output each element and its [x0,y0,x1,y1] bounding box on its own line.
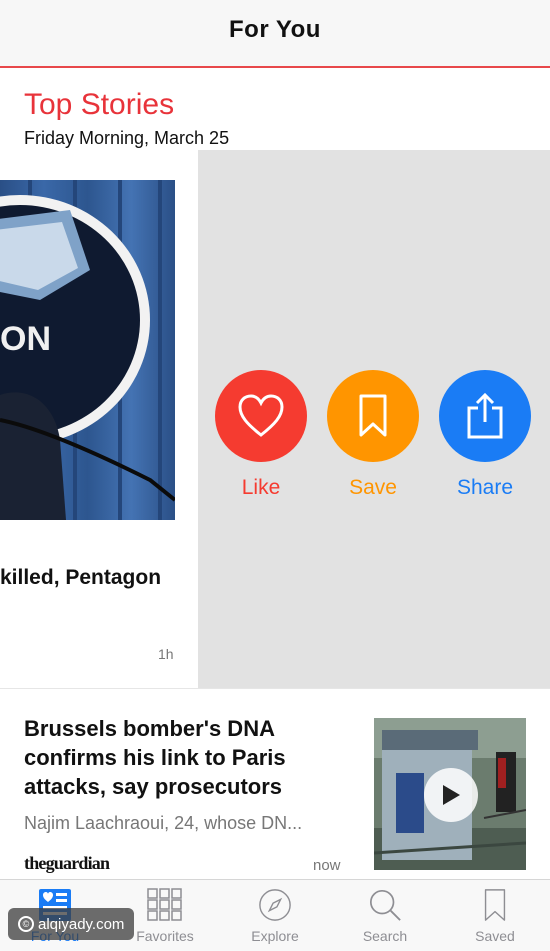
share-label: Share [456,476,514,499]
search-icon [369,889,401,921]
top-story-headline[interactable]: killed, Pentagon [0,566,161,590]
article-time: now [313,857,341,874]
tab-label: Explore [251,928,299,944]
play-icon [443,785,460,805]
top-story-card[interactable]: ON killed, Pentagon 1h [0,150,198,688]
watermark-text: alqiyady.com [38,915,125,933]
nav-title: For You [229,16,321,43]
watermark: © alqiyady.com [8,908,135,940]
article-summary: Najim Laachraoui, 24, whose DN... [24,813,303,833]
tab-label: Saved [475,928,515,944]
favorites-grid-icon [147,888,182,921]
share-button[interactable]: Share [438,370,532,500]
share-circle[interactable] [439,370,531,462]
article-title[interactable]: Brussels bomber's DNA confirms his link … [24,714,354,801]
like-circle[interactable] [215,370,307,462]
article-source-logo: theguardian [24,853,110,873]
tab-explore[interactable]: Explore [220,888,330,944]
tab-saved[interactable]: Saved [440,888,550,944]
tab-search[interactable]: Search [330,888,440,944]
bookmark-icon [359,394,387,437]
heart-icon [238,394,284,437]
section-title: Top Stories [24,88,175,121]
divider [0,688,550,689]
save-label: Save [349,476,397,499]
bookmark-icon [484,889,506,921]
seal-text: ON [0,320,51,358]
article-video-thumbnail[interactable] [374,718,526,870]
tab-label: Search [362,928,408,944]
navigation-bar: For You [0,0,550,68]
like-label: Like [241,476,281,499]
section-date: Friday Morning, March 25 [24,128,230,148]
top-story-image: ON [0,180,175,520]
save-circle[interactable] [327,370,419,462]
like-button[interactable]: Like [214,370,308,500]
play-button[interactable] [424,768,478,822]
swipe-action-tray: Like Save Share [198,150,550,688]
top-story-time: 1h [158,646,174,662]
tab-label: Favorites [136,928,194,944]
share-icon [467,392,503,439]
copyright-icon: © [18,916,34,932]
save-button[interactable]: Save [326,370,420,500]
compass-icon [259,889,291,921]
